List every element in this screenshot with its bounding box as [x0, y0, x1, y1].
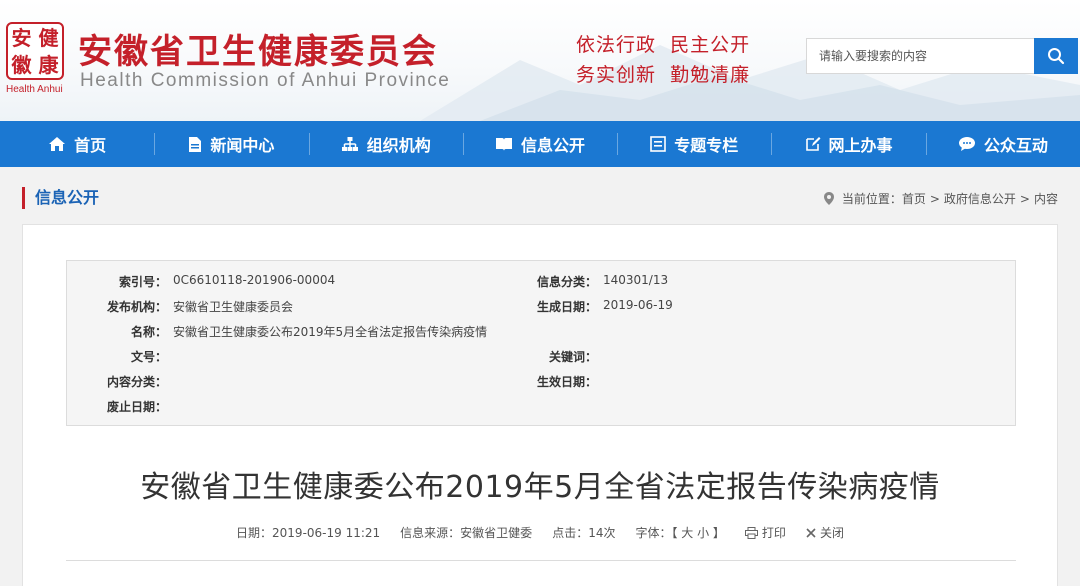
nav-item-home[interactable]: 首页	[0, 121, 154, 167]
nav-label: 公众互动	[983, 136, 1048, 155]
nav-item-organization[interactable]: 组织机构	[308, 121, 463, 167]
nav-label: 信息公开	[520, 136, 585, 155]
divider	[66, 560, 1016, 561]
meta-docno: 文号：	[67, 348, 173, 365]
metadata-table: 索引号： 0C6610118-201906-00004 信息分类： 140301/1…	[66, 260, 1016, 426]
breadcrumb-current: 内容	[1033, 192, 1058, 206]
site-header: 安 健 徽 康 Health Anhui 安徽省卫生健康委员会 Health C…	[0, 0, 1080, 121]
breadcrumb: 当前位置：首页 > 政府信息公开 > 内容	[823, 190, 1060, 207]
nav-label: 组织机构	[366, 136, 431, 155]
meta-index: 索引号： 0C6610118-201906-00004	[67, 273, 335, 290]
meta-value: 0C6610118-201906-00004	[173, 273, 336, 287]
meta-expire-date: 废止日期：	[67, 398, 173, 415]
nav-item-topics[interactable]: 专题专栏	[617, 121, 771, 167]
motto: 依法行政 民主公开 务实创新 勤勉清廉	[576, 30, 750, 90]
meta-value	[167, 398, 173, 415]
nav-item-info-disclosure[interactable]: 信息公开	[462, 121, 617, 167]
article-title: 安徽省卫生健康委公布2019年5月全省法定报告传染病疫情	[140, 470, 940, 505]
seal-char: 徽	[11, 52, 32, 77]
article-date: 日期：2019-06-19 11:21	[236, 526, 381, 540]
nav-item-news[interactable]: 新闻中心	[154, 121, 308, 167]
search-box	[806, 38, 1078, 74]
motto-line: 务实创新 勤勉清廉	[576, 64, 751, 86]
seal-char: 健	[38, 25, 59, 50]
nav-label: 新闻中心	[210, 136, 275, 155]
location-pin-icon	[823, 192, 834, 205]
meta-label: 废止日期：	[106, 400, 167, 414]
nav-label: 首页	[74, 136, 107, 155]
article-clicks: 点击：14次	[552, 526, 616, 540]
meta-publisher: 发布机构： 安徽省卫生健康委员会	[67, 298, 293, 315]
print-label: 打印	[761, 526, 786, 540]
search-icon	[1048, 48, 1065, 65]
meta-label: 关键词：	[548, 350, 597, 364]
nav-label: 网上办事	[828, 136, 893, 155]
meta-effective-date: 生效日期：	[463, 373, 603, 390]
breadcrumb-disclosure-link[interactable]: 政府信息公开	[944, 190, 1016, 207]
breadcrumb-home-link[interactable]: 当前位置：首页	[842, 190, 926, 207]
meta-label: 名称：	[130, 325, 167, 339]
breadcrumb-separator: >	[929, 191, 940, 206]
close-icon	[806, 527, 816, 538]
meta-date: 生成日期： 2019-06-19	[463, 298, 673, 315]
meta-label: 索引号：	[118, 275, 167, 289]
meta-label: 内容分类：	[106, 375, 167, 389]
site-subtitle: Health Commission of Anhui Province	[80, 70, 451, 91]
meta-label: 生效日期：	[536, 375, 597, 389]
home-icon	[49, 137, 66, 151]
motto-line: 依法行政 民主公开	[576, 34, 751, 56]
meta-content-type: 内容分类：	[67, 373, 173, 390]
meta-value	[597, 373, 603, 390]
close-button[interactable]: 关闭	[806, 524, 844, 541]
nav-label: 专题专栏	[674, 136, 739, 155]
meta-value: 安徽省卫生健康委公布2019年5月全省法定报告传染病疫情	[173, 325, 488, 339]
seal-char: 康	[38, 52, 59, 77]
chat-icon	[958, 137, 975, 151]
section-title: 信息公开	[22, 187, 99, 209]
document-icon	[189, 136, 202, 152]
org-chart-icon	[341, 137, 358, 151]
logo-seal[interactable]: 安 健 徽 康	[6, 22, 64, 80]
logo-caption: Health Anhui	[6, 84, 63, 95]
article-info-bar: 日期：2019-06-19 11:21 信息来源：安徽省卫健委 点击：14次 字…	[0, 524, 1080, 541]
article-source: 信息来源：安徽省卫健委	[400, 526, 533, 540]
meta-value: 140301/13	[603, 273, 669, 287]
meta-label: 信息分类：	[536, 275, 597, 289]
meta-label: 生成日期：	[536, 300, 597, 314]
print-button[interactable]: 打印	[744, 524, 786, 541]
meta-keywords: 关键词：	[463, 348, 603, 365]
search-button[interactable]	[1034, 38, 1078, 74]
meta-label: 文号：	[130, 350, 167, 364]
search-input[interactable]	[806, 38, 1034, 74]
meta-value: 安徽省卫生健康委员会	[173, 300, 294, 314]
nav-item-online-services[interactable]: 网上办事	[771, 121, 925, 167]
meta-value	[167, 348, 173, 365]
meta-category: 信息分类： 140301/13	[463, 273, 668, 290]
main-nav: 首页 新闻中心 组织机构 信息公开 专题专栏 网上办事 公众互动	[0, 121, 1080, 167]
meta-label: 发布机构：	[106, 300, 167, 314]
list-icon	[650, 136, 667, 152]
print-icon	[744, 526, 758, 539]
edit-icon	[805, 137, 821, 151]
font-size-control[interactable]: 字体：【 大 小 】	[635, 524, 724, 541]
seal-char: 安	[11, 25, 32, 50]
meta-value	[167, 373, 173, 390]
meta-name: 名称： 安徽省卫生健康委公布2019年5月全省法定报告传染病疫情	[67, 323, 487, 340]
close-label: 关闭	[819, 526, 844, 540]
breadcrumb-separator: >	[1019, 191, 1030, 206]
meta-value: 2019-06-19	[603, 298, 673, 312]
site-title[interactable]: 安徽省卫生健康委员会	[78, 24, 438, 73]
nav-item-public-interaction[interactable]: 公众互动	[925, 121, 1080, 167]
book-icon	[495, 138, 512, 151]
meta-value	[597, 348, 603, 365]
